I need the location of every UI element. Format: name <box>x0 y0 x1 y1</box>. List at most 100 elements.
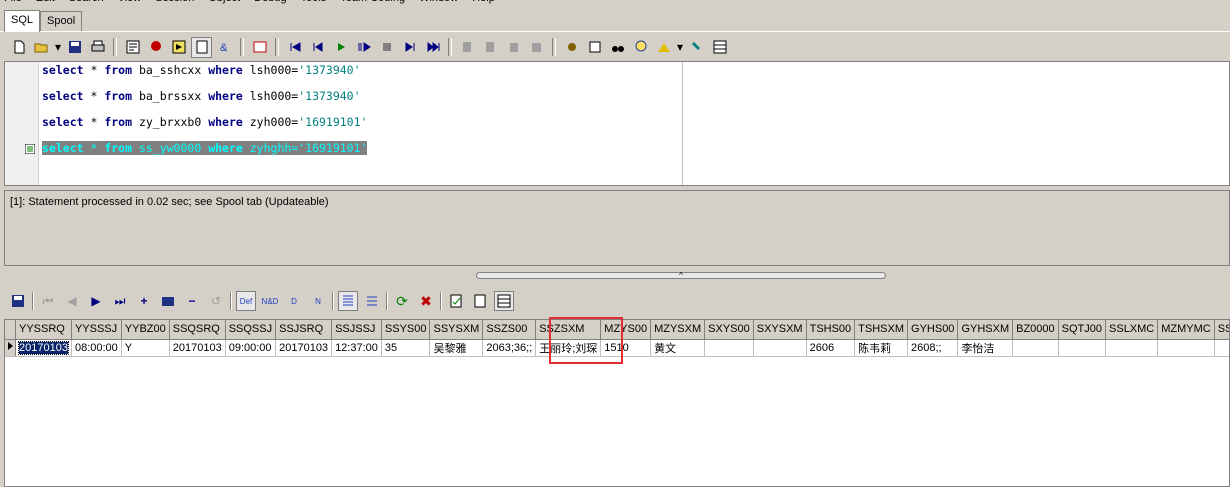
column-header[interactable]: MZYS00 <box>600 320 652 340</box>
stop-execution-icon[interactable] <box>376 37 397 58</box>
code-line-selected[interactable]: select * from ss_yw0000 where zyhghh='16… <box>42 141 368 155</box>
tab-spool[interactable]: Spool <box>40 11 83 31</box>
table-cell[interactable]: 黄文 <box>650 339 706 357</box>
table-cell[interactable]: Y <box>121 339 170 357</box>
table-cell[interactable] <box>1012 339 1059 357</box>
run-icon[interactable] <box>330 37 351 58</box>
next-record-icon[interactable]: ▶ <box>86 291 106 311</box>
query-builder-icon[interactable] <box>584 37 605 58</box>
sql-editor[interactable]: select * from ba_sshcxx where lsh000='13… <box>4 61 1230 186</box>
menu-item[interactable]: Object <box>208 0 240 4</box>
first-record-icon[interactable] <box>284 37 305 58</box>
form-view-icon[interactable] <box>362 291 382 311</box>
column-header[interactable]: GYHSXM <box>957 320 1014 340</box>
table-cell[interactable]: 20170103 <box>275 339 333 357</box>
menu-item[interactable]: Search <box>69 0 104 4</box>
table-cell[interactable]: 李怡洁 <box>957 339 1014 357</box>
previous-record-icon[interactable] <box>307 37 328 58</box>
column-header[interactable]: SSYS00 <box>381 320 431 340</box>
column-header[interactable]: SSZS00 <box>482 320 537 340</box>
table-cell[interactable]: 35 <box>381 339 431 357</box>
step-over-icon[interactable] <box>353 37 374 58</box>
debug-icon[interactable] <box>561 37 582 58</box>
clear-icon[interactable]: ✖ <box>416 291 436 311</box>
table-cell[interactable] <box>704 339 754 357</box>
menu-item[interactable]: Session <box>155 0 194 4</box>
column-header[interactable]: YYSSSJ <box>71 320 122 340</box>
table-cell[interactable]: 09:00:00 <box>225 339 277 357</box>
code-line[interactable]: select * from zy_brxxb0 where zyh000='16… <box>42 115 367 129</box>
post-changes-icon[interactable] <box>446 291 466 311</box>
new-file-icon[interactable] <box>8 37 29 58</box>
format-code-icon[interactable]: & <box>214 37 235 58</box>
column-header[interactable]: TSHS00 <box>806 320 856 340</box>
save-icon[interactable] <box>8 291 28 311</box>
table-cell[interactable]: 20170103 <box>169 339 226 357</box>
splitter-handle[interactable]: ^ <box>476 272 886 280</box>
column-header[interactable]: GYHS00 <box>907 320 959 340</box>
table-cell[interactable]: 2608;; <box>907 339 959 357</box>
find-icon[interactable] <box>607 37 628 58</box>
table-cell[interactable]: 08:00:00 <box>71 339 122 357</box>
last-record-icon[interactable]: ⏭ <box>110 291 130 311</box>
column-header[interactable]: SSQSSJ <box>225 320 277 340</box>
column-header[interactable]: SSYSXM <box>429 320 484 340</box>
menu-item[interactable]: Edit <box>36 0 55 4</box>
column-header[interactable]: YYBZ00 <box>121 320 170 340</box>
column-header[interactable]: MZMYMC <box>1157 320 1215 340</box>
default-icon[interactable]: D <box>284 291 304 311</box>
code-area[interactable]: select * from ba_sshcxx where lsh000='13… <box>39 62 683 185</box>
execute-script-icon[interactable] <box>168 37 189 58</box>
first-record-icon[interactable]: ⏮ <box>38 291 58 311</box>
grid-settings-icon[interactable] <box>709 37 730 58</box>
column-header[interactable]: MZYSXM <box>650 320 706 340</box>
column-header[interactable]: SXYS00 <box>704 320 754 340</box>
delete-icon[interactable] <box>526 37 547 58</box>
table-cell[interactable] <box>1058 339 1107 357</box>
column-header[interactable]: SSSL <box>1214 320 1229 340</box>
code-line[interactable]: select * from ba_sshcxx where lsh000='13… <box>42 63 361 77</box>
table-cell[interactable] <box>753 339 807 357</box>
export-icon[interactable] <box>470 291 490 311</box>
menu-item[interactable]: Team Coding <box>340 0 405 4</box>
paste-icon[interactable] <box>480 37 501 58</box>
table-cell[interactable]: 12:37:00 <box>331 339 382 357</box>
table-cell[interactable] <box>1157 339 1215 357</box>
insert-record-icon[interactable]: + <box>134 291 154 311</box>
table-cell[interactable] <box>1214 339 1229 357</box>
copy-icon[interactable] <box>457 37 478 58</box>
column-header[interactable]: TSHSXM <box>854 320 909 340</box>
menu-item[interactable]: Tools <box>301 0 327 4</box>
menu-item[interactable]: Help <box>472 0 495 4</box>
bulb-icon[interactable] <box>630 37 651 58</box>
menu-item[interactable]: View <box>118 0 142 4</box>
next-record-icon[interactable] <box>399 37 420 58</box>
refresh-icon[interactable]: ⟳ <box>392 291 412 311</box>
table-cell[interactable]: 2606 <box>806 339 856 357</box>
save-icon[interactable] <box>64 37 85 58</box>
default-mode-icon[interactable]: Def <box>236 291 256 311</box>
dropdown-icon[interactable]: ▾ <box>54 37 62 58</box>
column-header[interactable]: SQTJ00 <box>1058 320 1107 340</box>
menu-item[interactable]: Window <box>419 0 458 4</box>
last-record-icon[interactable] <box>422 37 443 58</box>
column-header[interactable]: SSQSRQ <box>169 320 226 340</box>
table-row[interactable]: 20170103 08:00:00 Y 20170103 09:00:00 2017010… <box>5 339 1229 357</box>
null-default-icon[interactable]: N&D <box>260 291 280 311</box>
column-header[interactable]: SSZSXM <box>535 320 602 340</box>
table-cell[interactable]: 2063;36;; <box>482 339 537 357</box>
menu-item[interactable]: File <box>4 0 22 4</box>
column-header[interactable]: BZ0000 <box>1012 320 1059 340</box>
cut-icon[interactable] <box>503 37 524 58</box>
dropdown-icon[interactable]: ▾ <box>676 37 684 58</box>
pin-icon[interactable] <box>686 37 707 58</box>
table-cell[interactable] <box>1105 339 1159 357</box>
delete-record-icon[interactable]: − <box>182 291 202 311</box>
column-header[interactable]: SXYSXM <box>753 320 807 340</box>
table-cell[interactable]: 吴黎雅 <box>429 339 484 357</box>
code-line[interactable]: select * from ba_brssxx where lsh000='13… <box>42 89 361 103</box>
describe-icon[interactable] <box>191 36 212 58</box>
table-cell[interactable]: 陈韦莉 <box>854 339 909 357</box>
print-icon[interactable] <box>87 37 108 58</box>
stop-icon[interactable] <box>145 37 166 58</box>
